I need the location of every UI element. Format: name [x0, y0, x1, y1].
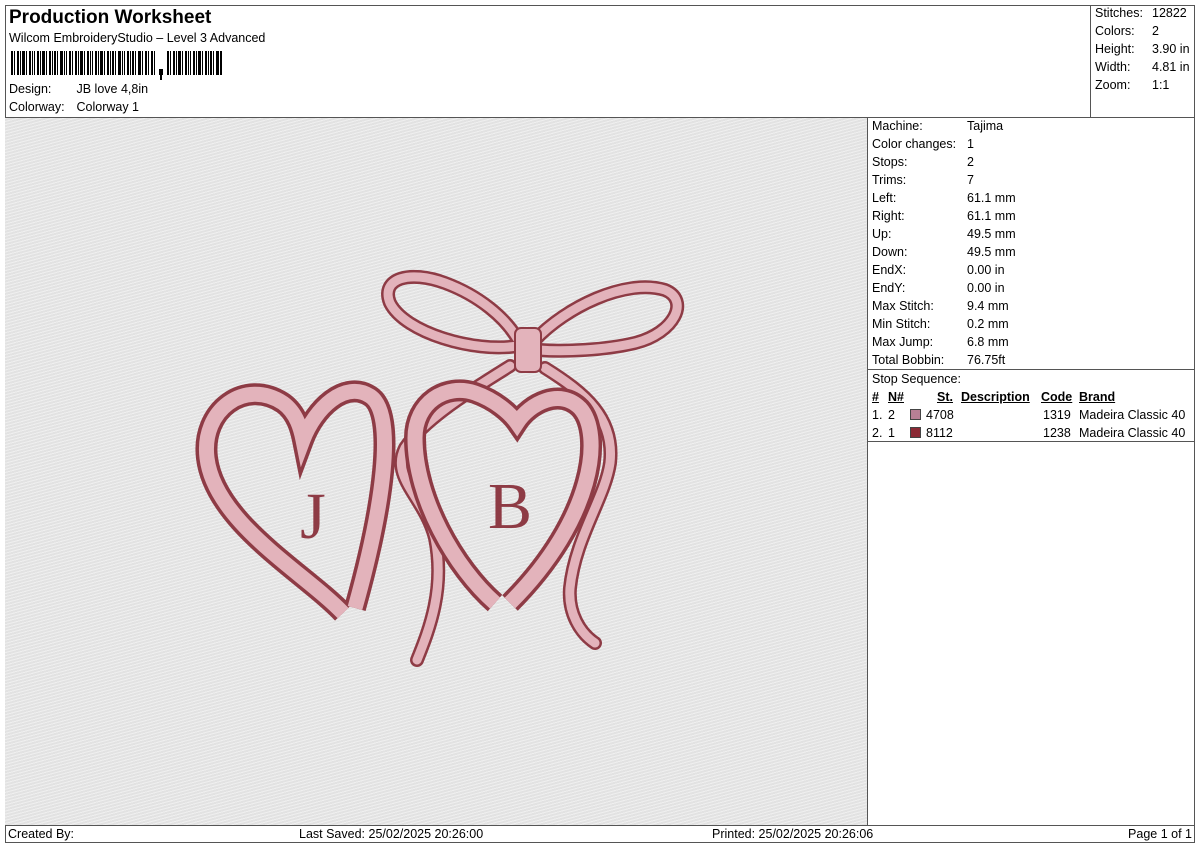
- machine-info-row: Max Jump: 6.8 mm: [872, 335, 1009, 349]
- design-label: Design:: [9, 82, 52, 96]
- stitches-label: Stitches:: [1095, 6, 1143, 20]
- machine-info-row: EndX: 0.00 in: [872, 263, 1005, 277]
- machine-info-label: Right:: [872, 209, 905, 223]
- design-row: Design: JB love 4,8in: [9, 82, 148, 96]
- colorway-row: Colorway: Colorway 1: [9, 100, 139, 114]
- column-header-code: Code: [1041, 390, 1073, 404]
- machine-info-row: Up: 49.5 mm: [872, 227, 1016, 241]
- machine-info-label: Trims:: [872, 173, 907, 187]
- machine-info-value: 1: [967, 137, 974, 151]
- page-title: Production Worksheet: [9, 7, 212, 28]
- row-needle: 2: [888, 408, 895, 422]
- row-needle: 1: [888, 426, 895, 440]
- height-row: Height: 3.90 in: [1095, 42, 1190, 56]
- machine-info-row: Down: 49.5 mm: [872, 245, 1016, 259]
- color-swatch: [910, 409, 921, 420]
- colors-row: Colors: 2: [1095, 24, 1159, 38]
- last-saved: Last Saved: 25/02/2025 20:26:00: [299, 827, 484, 841]
- height-label: Height:: [1095, 42, 1135, 56]
- machine-info-label: Max Jump:: [872, 335, 934, 349]
- machine-info-label: Min Stitch:: [872, 317, 931, 331]
- column-header-num: #: [872, 390, 879, 404]
- machine-info-row: Total Bobbin: 76.75ft: [872, 353, 1005, 367]
- machine-info-row: Left: 61.1 mm: [872, 191, 1016, 205]
- color-swatch: [910, 427, 921, 438]
- colors-value: 2: [1152, 24, 1159, 38]
- machine-info-label: Up:: [872, 227, 892, 241]
- colors-label: Colors:: [1095, 24, 1135, 38]
- machine-info-label: Total Bobbin:: [872, 353, 945, 367]
- stitches-row: Stitches: 12822: [1095, 6, 1187, 20]
- row-brand: Madeira Classic 40: [1079, 408, 1186, 422]
- colorway-value: Colorway 1: [76, 100, 140, 114]
- row-code: 1319: [1043, 408, 1071, 422]
- column-header-brand: Brand: [1079, 390, 1116, 404]
- width-value: 4.81 in: [1152, 60, 1190, 74]
- stitches-value: 12822: [1152, 6, 1187, 20]
- machine-info-row: Stops: 2: [872, 155, 974, 169]
- machine-info-label: Machine:: [872, 119, 923, 133]
- zoom-value: 1:1: [1152, 78, 1170, 92]
- height-value: 3.90 in: [1152, 42, 1190, 56]
- machine-info-label: Down:: [872, 245, 908, 259]
- machine-info-value: 0.2 mm: [967, 317, 1009, 331]
- column-header-needle: N#: [888, 390, 904, 404]
- design-preview: J B: [5, 118, 868, 825]
- machine-info-value: 7: [967, 173, 974, 187]
- width-row: Width: 4.81 in: [1095, 60, 1190, 74]
- machine-info-row: Machine: Tajima: [872, 119, 1003, 133]
- machine-info-label: Max Stitch:: [872, 299, 934, 313]
- machine-info-value: 76.75ft: [967, 353, 1006, 367]
- machine-info-value: 6.8 mm: [967, 335, 1009, 349]
- page-number: Page 1 of 1: [1128, 827, 1192, 841]
- monogram-b: B: [488, 470, 532, 543]
- machine-info-value: 61.1 mm: [967, 209, 1016, 223]
- machine-info-value: 49.5 mm: [967, 227, 1016, 241]
- machine-info-row: Color changes: 1: [872, 137, 974, 151]
- colorway-label: Colorway:: [9, 100, 65, 114]
- monogram-j: J: [300, 480, 326, 553]
- design-value: JB love 4,8in: [76, 82, 149, 96]
- printed-date: Printed: 25/02/2025 20:26:06: [712, 827, 874, 841]
- zoom-row: Zoom: 1:1: [1095, 78, 1169, 92]
- machine-info-row: Max Stitch: 9.4 mm: [872, 299, 1009, 313]
- column-header-description: Description: [961, 390, 1030, 404]
- bow-knot: [514, 327, 542, 373]
- zoom-label: Zoom:: [1095, 78, 1131, 92]
- stop-sequence-title: Stop Sequence:: [872, 372, 961, 386]
- embroidery-design: J B: [195, 269, 685, 667]
- row-code: 1238: [1043, 426, 1071, 440]
- row-brand: Madeira Classic 40: [1079, 426, 1186, 440]
- barcode: [11, 51, 222, 80]
- width-label: Width:: [1095, 60, 1131, 74]
- machine-info-value: 0.00 in: [967, 281, 1005, 295]
- machine-info-label: EndY:: [872, 281, 906, 295]
- machine-info-row: Right: 61.1 mm: [872, 209, 1016, 223]
- machine-info-value: 49.5 mm: [967, 245, 1016, 259]
- machine-info-label: Color changes:: [872, 137, 957, 151]
- column-header-stitches: St.: [937, 390, 953, 404]
- machine-info-label: EndX:: [872, 263, 907, 277]
- machine-info-row: Trims: 7: [872, 173, 974, 187]
- row-stitches: 8112: [926, 426, 953, 440]
- machine-info-row: Min Stitch: 0.2 mm: [872, 317, 1009, 331]
- row-stitches: 4708: [926, 408, 954, 422]
- machine-info-panel: Machine: Tajima Color changes: 1 Stops: 2 Trim…: [868, 118, 1195, 370]
- worksheet-footer: Created By: Last Saved: 25/02/2025 20:26…: [5, 825, 1195, 843]
- machine-info-value: 2: [967, 155, 974, 169]
- machine-info-value: 9.4 mm: [967, 299, 1009, 313]
- design-summary: Stitches: 12822 Colors: 2 Height: 3.90 in W…: [1091, 5, 1195, 118]
- machine-info-value: Tajima: [967, 119, 1004, 133]
- worksheet-header: Production Worksheet Wilcom EmbroiderySt…: [5, 5, 1091, 118]
- stop-sequence-panel: Stop Sequence: # N# St. Description Code…: [868, 370, 1195, 442]
- machine-info-value: 0.00 in: [967, 263, 1005, 277]
- row-num: 1.: [872, 408, 883, 422]
- software-name: Wilcom EmbroideryStudio – Level 3 Advanc…: [9, 31, 266, 45]
- machine-info-label: Stops:: [872, 155, 908, 169]
- row-num: 2.: [872, 426, 883, 440]
- created-by: Created By:: [8, 827, 75, 841]
- machine-info-label: Left:: [872, 191, 897, 205]
- machine-info-value: 61.1 mm: [967, 191, 1016, 205]
- machine-info-row: EndY: 0.00 in: [872, 281, 1005, 295]
